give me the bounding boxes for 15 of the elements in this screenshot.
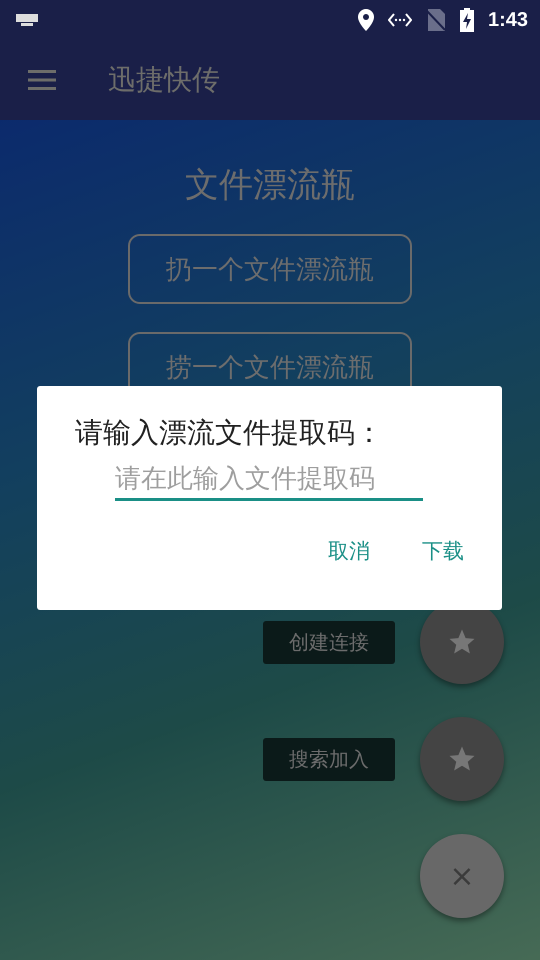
- status-time: 1:43: [488, 8, 528, 32]
- section-title: 文件漂流瓶: [185, 164, 355, 207]
- bottle-button[interactable]: 扔一个文件漂流瓶: [128, 234, 412, 304]
- no-sim-icon: [426, 9, 446, 31]
- location-pin-icon: [358, 9, 374, 31]
- fab-label: 创建连接: [263, 620, 395, 664]
- battery-charging-icon: [460, 8, 474, 32]
- data-sync-icon: [388, 13, 412, 27]
- dialog-button[interactable]: 取消: [320, 529, 378, 573]
- dialog-title: 请输入漂流文件提取码：: [75, 415, 384, 451]
- keyboard-icon: [16, 14, 38, 26]
- fab-label: 搜索加入: [263, 738, 395, 780]
- dialog-button[interactable]: 下载: [414, 529, 472, 573]
- app-title: 迅捷快传: [108, 62, 220, 98]
- menu-icon[interactable]: [28, 70, 56, 90]
